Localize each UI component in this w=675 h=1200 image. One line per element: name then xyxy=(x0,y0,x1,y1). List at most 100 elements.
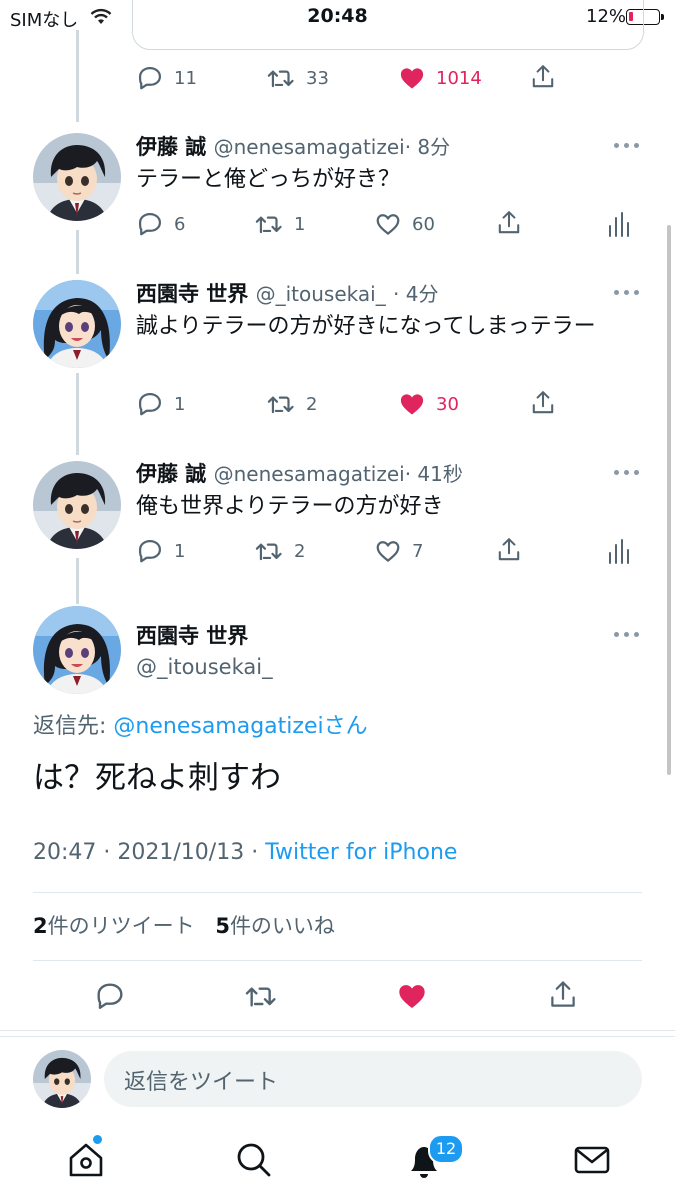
share-button[interactable] xyxy=(530,388,556,418)
thread-line xyxy=(76,230,79,274)
reply-to: 返信先: @nenesamagatizeiさん xyxy=(33,708,368,740)
retweet-count: 33 xyxy=(306,67,329,89)
like-count: 7 xyxy=(412,540,424,562)
notification-badge: 12 xyxy=(428,1134,464,1164)
tweet-time: 20:47 xyxy=(33,840,97,865)
tweet-time: · 8分 xyxy=(404,135,451,159)
like-button[interactable]: 7 xyxy=(374,537,423,565)
retweet-icon xyxy=(255,543,282,561)
more-icon[interactable] xyxy=(614,470,642,476)
search-icon[interactable] xyxy=(232,1138,276,1182)
reply-button[interactable]: 1 xyxy=(136,537,185,565)
quoted-tweet-card[interactable] xyxy=(132,0,644,50)
heart-icon xyxy=(376,214,400,235)
avatar-sekai xyxy=(33,606,121,694)
reply-count: 11 xyxy=(174,67,197,89)
user-handle[interactable]: @nenesamagatizei xyxy=(214,135,405,159)
retweet-count: 2 xyxy=(306,393,318,415)
avatar[interactable] xyxy=(33,133,121,221)
user-handle[interactable]: @nenesamagatizei xyxy=(214,462,405,486)
display-name[interactable]: 伊藤 誠 xyxy=(136,135,206,159)
heart-filled-icon[interactable] xyxy=(396,980,428,1012)
retweet-button[interactable]: 2 xyxy=(266,390,317,418)
more-icon[interactable] xyxy=(614,143,642,149)
analytics-icon xyxy=(609,539,629,564)
like-count: 30 xyxy=(436,393,459,415)
retweet-icon xyxy=(267,396,294,414)
avatar[interactable] xyxy=(33,461,121,549)
engagement-stats: 2件のリツイート 5件のいいね xyxy=(33,910,335,940)
tweet-source-link[interactable]: Twitter for iPhone xyxy=(265,840,457,865)
retweet-button[interactable]: 1 xyxy=(254,210,305,238)
avatar-makoto xyxy=(33,1050,91,1108)
reply-icon xyxy=(138,539,162,563)
retweet-button[interactable]: 2 xyxy=(254,537,305,565)
reply-count: 6 xyxy=(174,213,186,235)
share-icon xyxy=(498,538,520,561)
retweet-stat-label: 件のリツイート xyxy=(47,914,195,938)
heart-icon xyxy=(376,541,400,562)
like-stat-label: 件のいいね xyxy=(229,914,335,938)
divider xyxy=(0,1030,675,1031)
my-avatar[interactable] xyxy=(33,1050,91,1108)
like-button[interactable]: 1014 xyxy=(398,64,482,92)
share-icon xyxy=(532,391,554,414)
home-unread-dot xyxy=(93,1135,102,1144)
like-count: 60 xyxy=(412,213,435,235)
analytics-button[interactable] xyxy=(606,537,630,565)
thread-line xyxy=(76,30,79,122)
reply-to-link[interactable]: @nenesamagatizeiさん xyxy=(113,714,367,739)
analytics-icon xyxy=(609,212,629,237)
heart-filled-icon xyxy=(400,68,424,89)
share-icon[interactable] xyxy=(548,978,578,1012)
analytics-button[interactable] xyxy=(606,210,630,238)
reply-icon[interactable] xyxy=(94,980,126,1012)
avatar-makoto xyxy=(33,133,121,221)
user-handle[interactable]: @_itousekai_ xyxy=(256,282,386,306)
divider xyxy=(33,960,642,961)
tweet-meta: 20:47 · 2021/10/13 · Twitter for iPhone xyxy=(33,840,458,865)
avatar[interactable] xyxy=(33,606,121,694)
share-button[interactable] xyxy=(496,208,522,238)
tweet-text: 誠よりテラーの方が好きになってしまっテラー xyxy=(136,314,596,339)
tweet-time: · 4分 xyxy=(393,282,439,306)
reply-icon xyxy=(138,66,162,90)
retweet-button[interactable]: 33 xyxy=(266,64,329,92)
tweet-text: テラーと俺どっちが好き？ xyxy=(136,167,401,192)
more-icon[interactable] xyxy=(614,632,642,638)
scrollbar[interactable] xyxy=(667,225,671,775)
thread-line xyxy=(76,558,79,604)
more-icon[interactable] xyxy=(614,290,642,296)
user-handle[interactable]: @_itousekai_ xyxy=(136,655,273,679)
divider xyxy=(33,892,642,893)
retweet-stat[interactable]: 2件のリツイート xyxy=(33,914,195,938)
retweet-icon xyxy=(255,216,282,234)
avatar[interactable] xyxy=(33,280,121,368)
thread-line xyxy=(76,373,79,455)
retweet-total: 2 xyxy=(33,914,48,938)
reply-icon xyxy=(138,212,162,236)
reply-count: 1 xyxy=(174,393,186,415)
like-button[interactable]: 60 xyxy=(374,210,435,238)
mail-icon[interactable] xyxy=(570,1138,614,1182)
like-button[interactable]: 30 xyxy=(398,390,459,418)
reply-input[interactable]: 返信をツイート xyxy=(104,1051,642,1107)
retweet-icon[interactable] xyxy=(243,980,279,1012)
home-icon[interactable] xyxy=(64,1138,108,1182)
display-name[interactable]: 西園寺 世界 xyxy=(136,282,248,306)
like-stat[interactable]: 5件のいいね xyxy=(215,914,335,938)
retweet-count: 1 xyxy=(294,213,306,235)
display-name[interactable]: 西園寺 世界 xyxy=(136,620,248,650)
share-button[interactable] xyxy=(496,535,522,565)
reply-button[interactable]: 1 xyxy=(136,390,185,418)
display-name[interactable]: 伊藤 誠 xyxy=(136,462,206,486)
reply-button[interactable]: 6 xyxy=(136,210,185,238)
reply-button[interactable]: 11 xyxy=(136,64,197,92)
tweet-text: は？死ねよ刺すわ xyxy=(33,760,281,796)
like-total: 5 xyxy=(215,914,230,938)
divider xyxy=(0,1036,675,1037)
share-button[interactable] xyxy=(530,62,556,92)
tweet-text: 俺も世界よりテラーの方が好き xyxy=(136,494,444,519)
reply-placeholder: 返信をツイート xyxy=(124,1070,279,1095)
share-icon xyxy=(498,211,520,234)
